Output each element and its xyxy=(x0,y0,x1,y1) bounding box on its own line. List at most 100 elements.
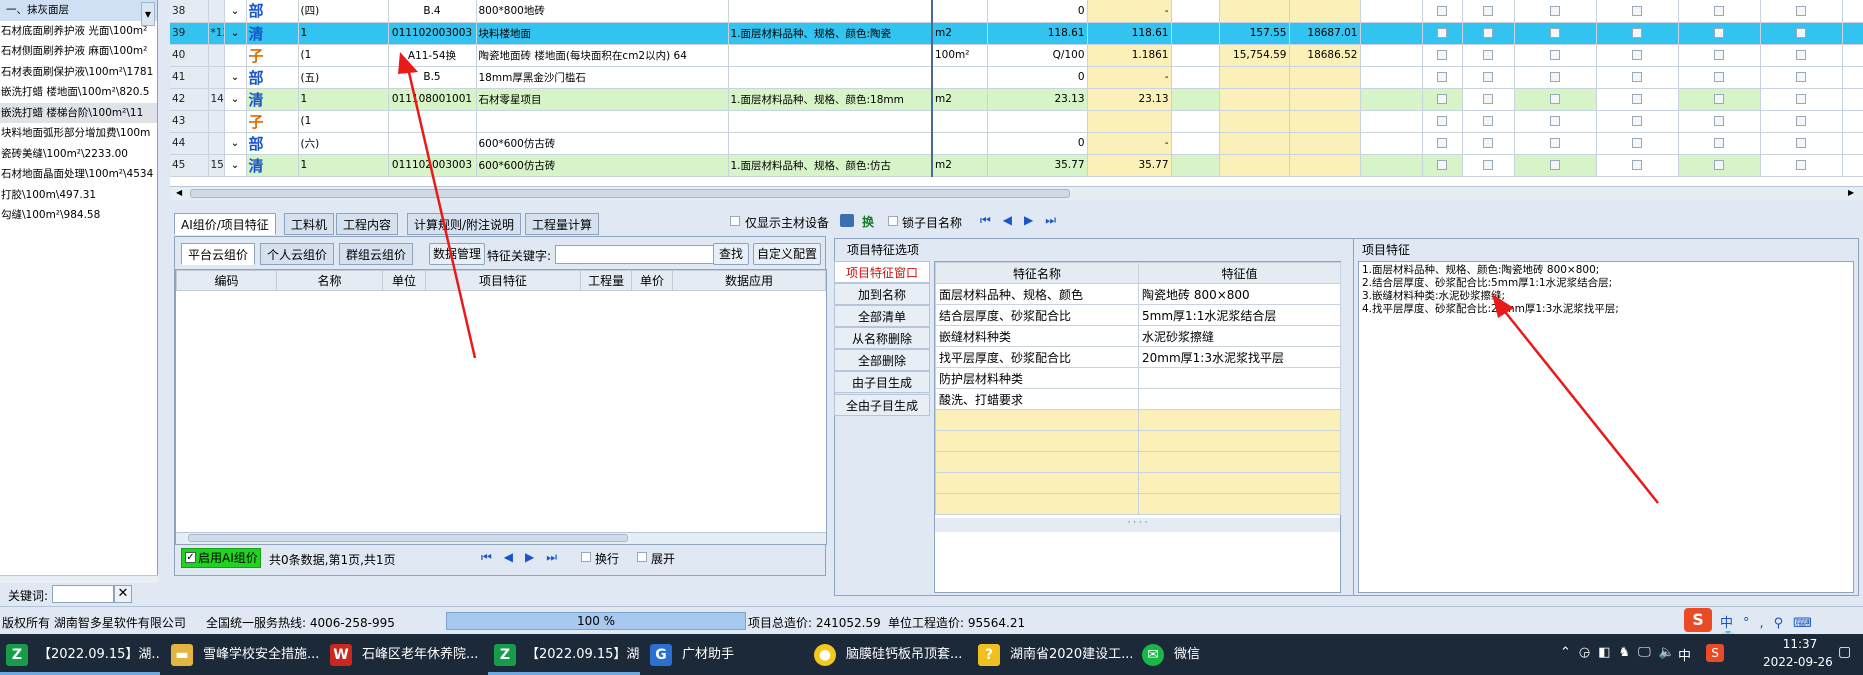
row-value-4[interactable] xyxy=(1289,110,1361,133)
expand-toggle[interactable]: ⌄ xyxy=(224,88,247,111)
row-number[interactable]: 39 xyxy=(170,22,209,45)
empty-cell[interactable] xyxy=(935,430,1139,452)
row-checkbox[interactable] xyxy=(1714,72,1724,82)
row-type[interactable]: 部 xyxy=(246,0,299,23)
empty-cell[interactable] xyxy=(935,451,1139,473)
row-serial[interactable]: *13 xyxy=(208,22,225,45)
col-unit[interactable]: 单位 xyxy=(382,270,426,291)
row-serial[interactable] xyxy=(208,44,225,67)
scroll-left-icon[interactable]: ◀ xyxy=(176,188,186,197)
row-code[interactable]: A11-54换 xyxy=(388,44,477,67)
row-code[interactable] xyxy=(388,132,477,155)
grid-row[interactable]: 42 14 ⌄ 清 1 011108001001 石材零星项目 1.面层材料品种、规格、颜色:… xyxy=(170,88,1863,111)
row-checkbox-cell[interactable] xyxy=(1462,132,1515,155)
tab-personal-cloud[interactable]: 个人云组价 xyxy=(260,243,335,265)
row-value-5[interactable] xyxy=(1360,66,1423,89)
row-checkbox[interactable] xyxy=(1550,94,1560,104)
row-value-4[interactable]: 18686.52 xyxy=(1289,44,1361,67)
row-code[interactable]: 011108001001 xyxy=(388,88,477,111)
feature-value[interactable] xyxy=(1138,367,1341,389)
row-index[interactable]: 1 xyxy=(298,22,389,45)
row-unit[interactable] xyxy=(932,110,988,133)
row-type[interactable]: 子 xyxy=(246,110,299,133)
row-checkbox[interactable] xyxy=(1483,28,1493,38)
row-checkbox[interactable] xyxy=(1632,160,1642,170)
check-icon[interactable]: ✓ xyxy=(185,552,196,563)
row-value-3[interactable]: 157.55 xyxy=(1219,22,1290,45)
tab-group-cloud[interactable]: 群组云组价 xyxy=(339,243,414,265)
row-feature[interactable] xyxy=(728,110,933,133)
row-checkbox[interactable] xyxy=(1796,5,1806,16)
taskbar-item[interactable]: W 石峰区老年休养院... xyxy=(324,634,484,675)
row-index[interactable]: (六) xyxy=(298,132,389,155)
row-checkbox[interactable] xyxy=(1437,5,1447,16)
row-checkbox-cell[interactable] xyxy=(1760,44,1843,67)
col-feature[interactable]: 项目特征 xyxy=(424,270,582,291)
row-value-3[interactable] xyxy=(1219,88,1290,111)
row-checkbox-cell[interactable] xyxy=(1514,22,1597,45)
row-checkbox-cell[interactable] xyxy=(1422,132,1463,155)
all-list-button[interactable]: 全部清单 xyxy=(834,305,930,327)
search-button[interactable]: 查找 xyxy=(713,243,749,265)
expand-toggle[interactable] xyxy=(224,110,247,133)
row-number[interactable]: 41 xyxy=(170,66,209,89)
row-type[interactable]: 清 xyxy=(246,88,299,111)
tab-work-content[interactable]: 工程内容 xyxy=(336,213,399,235)
row-serial[interactable]: 15 xyxy=(208,154,225,177)
row-checkbox-cell[interactable] xyxy=(1514,132,1597,155)
taskbar-item[interactable]: ▬ 雪峰学校安全措施... xyxy=(165,634,320,675)
row-quantity[interactable]: 118.61 xyxy=(987,22,1088,45)
wrap-checkbox[interactable] xyxy=(581,552,591,562)
row-value-4[interactable] xyxy=(1289,132,1361,155)
empty-cell[interactable] xyxy=(1138,430,1341,452)
row-checkbox[interactable] xyxy=(1550,50,1560,60)
page-nav-icons[interactable]: ⏮◀▶⏭ xyxy=(481,550,569,565)
row-checkbox[interactable] xyxy=(1632,50,1642,60)
row-value-3[interactable] xyxy=(1219,110,1290,133)
feature-name[interactable]: 找平层厚度、砂浆配合比 xyxy=(935,346,1139,368)
row-checkbox-cell[interactable] xyxy=(1760,132,1843,155)
row-value-5[interactable] xyxy=(1360,44,1423,67)
scroll-thumb[interactable] xyxy=(190,189,1070,198)
row-number[interactable]: 42 xyxy=(170,88,209,111)
row-value-4[interactable] xyxy=(1289,88,1361,111)
row-checkbox[interactable] xyxy=(1437,160,1447,170)
row-feature[interactable]: 1.面层材料品种、规格、颜色:仿古 xyxy=(728,154,933,177)
taskbar-item[interactable]: G 广材助手 xyxy=(644,634,804,675)
row-quantity[interactable]: 0 xyxy=(987,66,1088,89)
empty-cell[interactable] xyxy=(1138,493,1341,515)
feature-name[interactable]: 面层材料品种、规格、颜色 xyxy=(935,283,1139,305)
row-checkbox[interactable] xyxy=(1714,138,1724,148)
custom-config-button[interactable]: 自定义配置 xyxy=(753,243,821,265)
row-checkbox[interactable] xyxy=(1550,72,1560,82)
feature-row-empty[interactable] xyxy=(935,472,1341,494)
row-checkbox[interactable] xyxy=(1796,72,1806,82)
tab-labor-material[interactable]: 工料机 xyxy=(284,213,335,235)
row-checkbox[interactable] xyxy=(1632,116,1642,126)
tree-item[interactable]: 嵌洗打蜡 楼梯台阶\100m²\11 xyxy=(0,102,157,123)
row-last-value[interactable] xyxy=(1842,110,1863,133)
row-checkbox[interactable] xyxy=(1632,94,1642,104)
row-checkbox[interactable] xyxy=(1632,138,1642,148)
record-nav-icons[interactable]: ⏮◀▶⏭ xyxy=(980,213,1068,228)
row-checkbox[interactable] xyxy=(1483,138,1493,148)
tab-calc-rules[interactable]: 计算规则/附注说明 xyxy=(407,213,522,235)
row-checkbox[interactable] xyxy=(1437,28,1447,38)
row-value-1[interactable]: - xyxy=(1087,132,1172,155)
row-name[interactable]: 石材零星项目 xyxy=(476,88,729,111)
row-checkbox-cell[interactable] xyxy=(1760,88,1843,111)
row-checkbox[interactable] xyxy=(1632,5,1642,16)
row-value-4[interactable] xyxy=(1289,154,1361,177)
row-checkbox-cell[interactable] xyxy=(1596,0,1679,23)
row-value-3[interactable] xyxy=(1219,66,1290,89)
row-checkbox-cell[interactable] xyxy=(1462,110,1515,133)
row-value-5[interactable] xyxy=(1360,154,1423,177)
table-scrollbar[interactable] xyxy=(176,532,826,544)
row-type[interactable]: 子 xyxy=(246,44,299,67)
row-serial[interactable] xyxy=(208,66,225,89)
row-checkbox-cell[interactable] xyxy=(1760,66,1843,89)
expand-checkbox[interactable] xyxy=(637,552,647,562)
row-value-2[interactable] xyxy=(1171,110,1220,133)
row-quantity[interactable] xyxy=(987,110,1088,133)
row-last-value[interactable] xyxy=(1842,154,1863,177)
